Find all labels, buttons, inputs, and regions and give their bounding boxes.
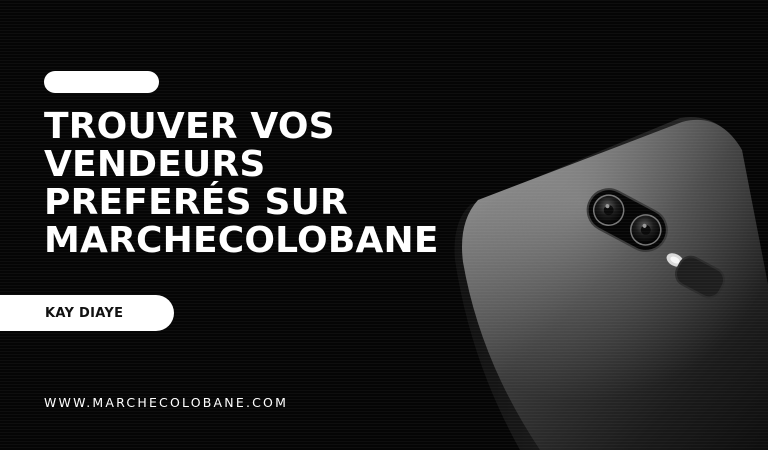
website-url[interactable]: WWW.MARCHECOLOBANE.COM [44,395,288,410]
promo-banner: TROUVER VOS VENDEURS PREFERÉS SUR MARCHE… [0,0,768,450]
author-name: KAY DIAYE [45,305,124,321]
accent-pill [44,71,159,93]
headline: TROUVER VOS VENDEURS PREFERÉS SUR MARCHE… [44,108,454,260]
author-badge: KAY DIAYE [0,295,174,331]
headline-line-3: PREFERÉS SUR [44,182,348,223]
headline-line-2: VENDEURS [44,144,266,185]
headline-line-4: MARCHECOLOBANE [44,220,439,261]
headline-line-1: TROUVER VOS [44,106,335,147]
